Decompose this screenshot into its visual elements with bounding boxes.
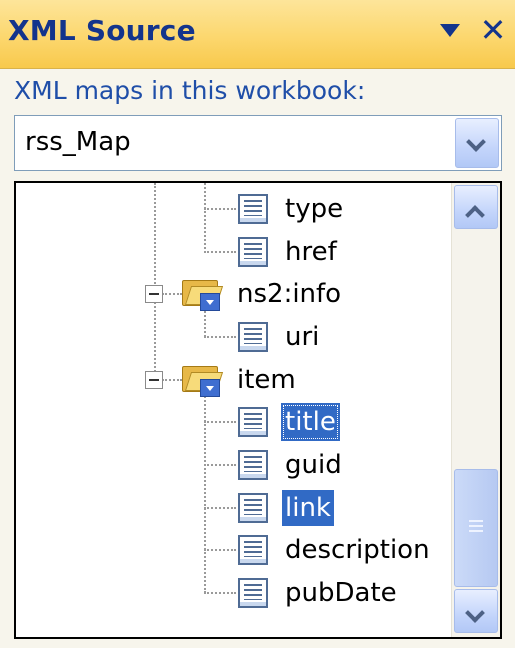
document-lines-icon — [238, 237, 268, 267]
xml-map-dropdown-button[interactable] — [455, 118, 499, 168]
pane-options-dropdown-icon[interactable] — [440, 24, 460, 37]
xml-maps-label: XML maps in this workbook: — [14, 76, 366, 105]
chevron-down-icon — [465, 603, 485, 623]
document-lines-icon — [238, 535, 268, 565]
tree-node-label: href — [285, 237, 337, 267]
tree-node-guid[interactable]: guid — [16, 445, 446, 485]
task-pane-title-bar: XML Source ✕ — [0, 0, 515, 69]
document-lines-icon — [238, 194, 268, 224]
document-lines-icon — [238, 450, 268, 480]
tree-node-label: pubDate — [285, 578, 397, 608]
close-icon[interactable]: ✕ — [478, 10, 508, 50]
tree-node-pubdate[interactable]: pubDate — [16, 573, 446, 613]
tree-node-label: guid — [285, 450, 342, 480]
tree-node-uri[interactable]: uri — [16, 317, 446, 357]
tree-node-description[interactable]: description — [16, 530, 446, 570]
tree-node-label: uri — [285, 322, 320, 352]
tree-node-href[interactable]: href — [16, 232, 446, 272]
tree-node-label: title — [282, 404, 339, 440]
tree-node-title[interactable]: title — [16, 402, 446, 442]
xml-map-select[interactable]: rss_Map — [14, 115, 502, 171]
document-lines-icon — [238, 493, 268, 523]
chevron-up-icon — [465, 205, 485, 225]
scroll-down-button[interactable] — [454, 589, 498, 633]
scroll-up-button[interactable] — [454, 185, 498, 229]
document-lines-icon — [238, 322, 268, 352]
tree-node-label: description — [285, 535, 430, 565]
xml-map-selected-value: rss_Map — [25, 127, 131, 157]
tree-node-label: item — [237, 365, 296, 395]
tree-node-type[interactable]: type — [16, 189, 446, 229]
folder-repeating-icon — [182, 277, 224, 311]
tree-node-item[interactable]: item — [16, 360, 446, 400]
scroll-thumb[interactable] — [454, 469, 498, 587]
document-lines-icon — [238, 407, 268, 437]
chevron-down-icon — [466, 132, 486, 152]
task-pane-title: XML Source — [8, 14, 196, 47]
folder-repeating-icon — [182, 363, 224, 397]
tree-node-label: type — [285, 194, 344, 224]
tree-vertical-scrollbar[interactable] — [451, 183, 500, 637]
tree-node-ns2-info[interactable]: ns2:info — [16, 274, 446, 314]
document-lines-icon — [238, 578, 268, 608]
minus-box-icon[interactable] — [145, 371, 163, 389]
tree-node-link[interactable]: link — [16, 488, 446, 528]
tree-node-label: link — [282, 490, 334, 526]
xml-element-tree[interactable]: type href ns2:info uri item title guid l — [14, 181, 502, 639]
minus-box-icon[interactable] — [145, 285, 163, 303]
tree-node-label: ns2:info — [237, 279, 342, 309]
